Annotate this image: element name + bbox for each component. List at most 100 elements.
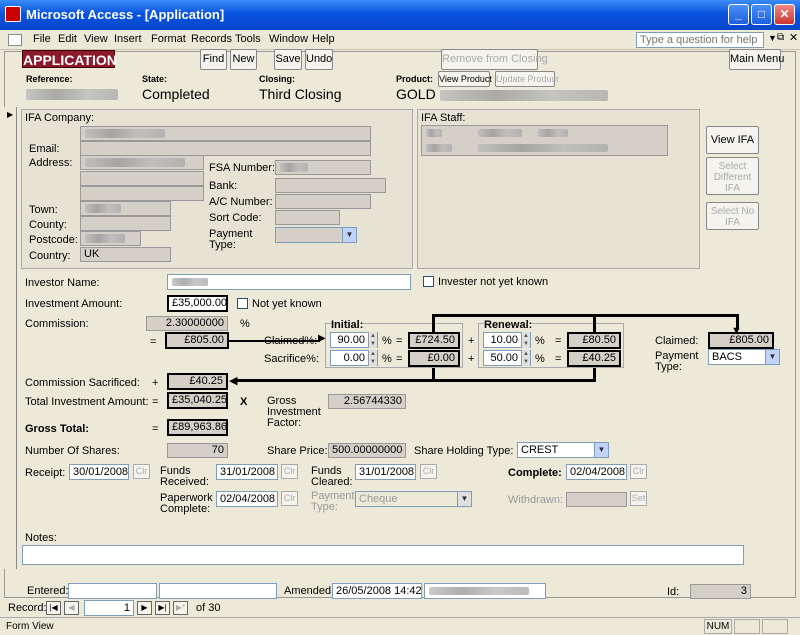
claimed-payment-type-select[interactable]: BACS ▼ <box>708 349 780 365</box>
sort-code-label: Sort Code: <box>209 212 262 224</box>
new-record-icon[interactable]: ▶* <box>173 601 188 615</box>
select-different-ifa-button[interactable]: Select Different IFA <box>706 157 759 195</box>
current-record-input[interactable]: 1 <box>84 600 134 616</box>
receipt-clear-button[interactable]: Clr <box>133 464 150 479</box>
amended-by-field[interactable] <box>424 583 546 599</box>
close-document-icon[interactable]: ✕ <box>789 31 798 44</box>
investment-amount-label: Investment Amount: <box>25 298 123 310</box>
minimize-icon[interactable]: _ <box>728 4 749 25</box>
paperwork-complete-field[interactable]: 02/04/2008 <box>216 491 278 507</box>
record-navigation-bar: Record: |◀ ◀ 1 ▶ ▶| ▶* of 30 <box>4 599 796 617</box>
restore-window-icon[interactable]: ⧉ <box>777 32 784 43</box>
menu-help[interactable]: Help <box>312 33 335 45</box>
view-ifa-button[interactable]: View IFA <box>706 126 759 154</box>
funds-cleared-clear-button[interactable]: Clr <box>420 464 437 479</box>
initial-claimed-amount: £724.50 <box>408 332 460 349</box>
gif-label: Gross Investment Factor: <box>267 395 321 429</box>
share-price-field: 500.00000000 <box>328 443 406 458</box>
ifa-email-label: Email: <box>29 143 60 155</box>
next-record-icon[interactable]: ▶ <box>137 601 152 615</box>
initial-sacrifice-eq: = <box>396 353 403 365</box>
chevron-down-icon[interactable]: ▼ <box>768 33 777 43</box>
first-record-icon[interactable]: |◀ <box>46 601 61 615</box>
help-question-input[interactable] <box>636 32 764 48</box>
main-menu-button[interactable]: Main Menu <box>729 49 784 70</box>
ifa-staff-list[interactable] <box>421 125 668 156</box>
withdraw-payment-type-select[interactable]: Cheque ▼ <box>355 491 472 507</box>
amount-not-known-label: Not yet known <box>252 298 322 310</box>
renewal-claimed-spinner[interactable]: ▲ ▼ <box>521 332 530 348</box>
ifa-company-field <box>80 126 371 141</box>
entered-by-field[interactable] <box>159 583 277 599</box>
menu-view[interactable]: View <box>84 33 108 45</box>
number-of-shares-field: 70 <box>167 443 228 458</box>
investor-not-known-checkbox[interactable] <box>423 276 434 287</box>
amended-date-field[interactable]: 26/05/2008 14:42 <box>332 583 422 599</box>
ifa-staff-label: IFA Staff: <box>421 112 466 124</box>
view-product-button[interactable]: View Product <box>438 71 492 87</box>
menu-window[interactable]: Window <box>269 33 308 45</box>
menu-file[interactable]: File <box>33 33 51 45</box>
menu-tools[interactable]: Tools <box>235 33 261 45</box>
funds-cleared-field[interactable]: 31/01/2008 <box>355 464 416 480</box>
complete-clear-button[interactable]: Clr <box>630 464 647 479</box>
funds-received-field[interactable]: 31/01/2008 <box>216 464 278 480</box>
entered-date-field[interactable] <box>68 583 157 599</box>
select-no-ifa-button[interactable]: Select No IFA <box>706 202 759 230</box>
bank-label: Bank: <box>209 180 238 192</box>
save-button[interactable]: Save <box>274 49 302 70</box>
undo-button[interactable]: Undo <box>305 49 333 70</box>
new-button[interactable]: New <box>230 49 257 70</box>
entered-label: Entered: <box>27 585 69 597</box>
withdrawn-set-button[interactable]: Set <box>630 491 647 506</box>
access-app-icon[interactable] <box>5 6 21 22</box>
paperwork-clear-button[interactable]: Clr <box>281 491 298 506</box>
fsa-number-field <box>275 160 371 175</box>
reference-value <box>26 89 118 100</box>
investor-name-field[interactable] <box>167 274 411 290</box>
connector-initial-up <box>432 314 435 332</box>
fsa-number-label: FSA Number: <box>209 162 276 174</box>
ifa-postcode-field <box>80 231 141 246</box>
renewal-sacrifice-amount: £40.25 <box>567 350 621 367</box>
num-lock-indicator: NUM <box>704 619 732 634</box>
initial-claimed-percent: % <box>382 335 392 347</box>
menu-insert[interactable]: Insert <box>114 33 142 45</box>
initial-claimed-spinner[interactable]: ▲ ▼ <box>368 332 377 348</box>
remove-from-closing-button[interactable]: Remove from Closing <box>441 49 548 70</box>
ifa-country-field: UK <box>80 247 171 262</box>
maximize-icon[interactable]: □ <box>751 4 772 25</box>
sacrifice-pct-label: Sacrifice%: <box>264 353 320 365</box>
initial-sacrifice-amount: £0.00 <box>408 350 460 367</box>
ifa-town-label: Town: <box>29 204 58 216</box>
notes-field[interactable] <box>22 545 744 565</box>
update-product-button[interactable]: Update Product <box>495 71 559 87</box>
find-button[interactable]: Find <box>200 49 227 70</box>
amount-not-known-checkbox[interactable] <box>237 298 248 309</box>
investment-amount-field[interactable]: £35,000.00 <box>167 295 228 312</box>
funds-received-clear-button[interactable]: Clr <box>281 464 298 479</box>
renewal-sacrifice-spinner[interactable]: ▲ ▼ <box>521 350 530 366</box>
receipt-date-field[interactable]: 30/01/2008 <box>69 464 129 480</box>
menu-format[interactable]: Format <box>151 33 186 45</box>
id-label: Id: <box>667 586 680 598</box>
bank-field <box>275 178 386 193</box>
form-doc-icon[interactable] <box>8 34 22 46</box>
withdraw-payment-type-label: Payment Type: <box>311 490 355 513</box>
arrow-left-icon: ◀ <box>229 375 238 387</box>
ifa-address-line2 <box>80 171 204 186</box>
menu-edit[interactable]: Edit <box>58 33 77 45</box>
ifa-town-field <box>80 201 171 216</box>
renewal-sacrifice-eq: = <box>555 353 562 365</box>
record-selector[interactable]: ▶ <box>4 107 17 569</box>
ifa-payment-type-select[interactable]: ▼ <box>275 227 357 243</box>
last-record-icon[interactable]: ▶| <box>155 601 170 615</box>
previous-record-icon[interactable]: ◀ <box>64 601 79 615</box>
menu-records[interactable]: Records <box>191 33 232 45</box>
state-label: State: <box>142 74 168 84</box>
initial-sacrifice-spinner[interactable]: ▲ ▼ <box>368 350 377 366</box>
complete-date-field[interactable]: 02/04/2008 <box>566 464 627 480</box>
share-holding-type-label: Share Holding Type: <box>414 445 514 457</box>
close-icon[interactable]: ✕ <box>774 4 795 25</box>
share-holding-type-select[interactable]: CREST ▼ <box>517 442 609 458</box>
